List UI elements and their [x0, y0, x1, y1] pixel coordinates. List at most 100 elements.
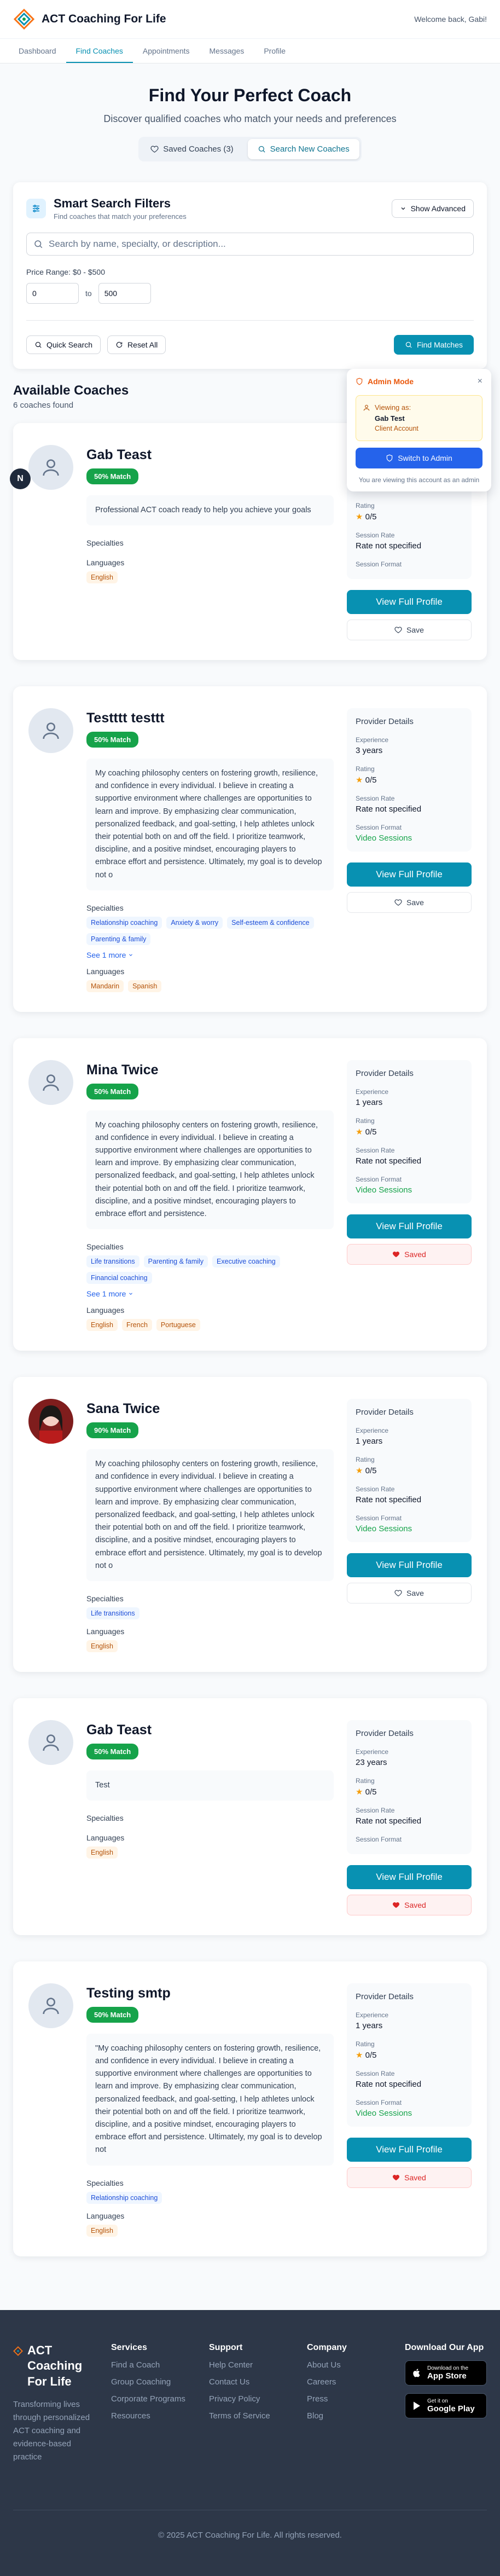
session-rate-value: Rate not specified: [356, 804, 422, 814]
footer-link[interactable]: Blog: [307, 2411, 405, 2421]
star-icon: ★: [356, 1466, 363, 1476]
search-input[interactable]: [49, 239, 467, 250]
coach-name[interactable]: Gab Teast: [86, 447, 334, 463]
specialty-tags: Relationship coaching Anxiety & worry Self…: [86, 916, 334, 945]
see-more-link[interactable]: See 1 more: [86, 951, 334, 959]
google-play-big: Google Play: [427, 2404, 475, 2413]
save-button[interactable]: Save: [347, 620, 472, 640]
coach-name[interactable]: Gab Teast: [86, 1722, 334, 1738]
switch-to-admin-label: Switch to Admin: [398, 453, 452, 462]
close-icon[interactable]: ×: [478, 377, 482, 386]
footer-link[interactable]: Careers: [307, 2377, 405, 2387]
app-store-button[interactable]: Download on the App Store: [405, 2360, 487, 2386]
nav-messages[interactable]: Messages: [200, 39, 254, 63]
specialties-label: Specialties: [86, 539, 124, 548]
save-button[interactable]: Save: [347, 1583, 472, 1604]
coach-bio: "My coaching philosophy centers on foste…: [86, 2033, 334, 2166]
google-play-small: Get it on: [427, 2398, 448, 2404]
brand[interactable]: ACT Coaching For Life: [13, 8, 166, 30]
switch-to-admin-button[interactable]: Switch to Admin: [356, 447, 482, 468]
heart-icon: [394, 899, 402, 906]
top-bar: ACT Coaching For Life Welcome back, Gabi…: [0, 0, 500, 38]
session-format-label: Session Format: [356, 1835, 402, 1843]
language-tag: English: [86, 571, 118, 584]
saved-button[interactable]: Saved: [347, 1894, 472, 1915]
rating-label: Rating: [356, 502, 375, 510]
saved-coaches-tab[interactable]: Saved Coaches (3): [141, 139, 243, 159]
save-label: Save: [406, 626, 424, 634]
specialty-tag: Parenting & family: [86, 933, 151, 945]
footer-support-title: Support: [209, 2342, 243, 2352]
specialty-tag: Parenting & family: [143, 1255, 208, 1268]
star-icon: ★: [356, 1127, 363, 1137]
rating-label: Rating: [356, 2040, 375, 2048]
view-profile-button[interactable]: View Full Profile: [347, 2137, 472, 2162]
footer-link[interactable]: Corporate Programs: [111, 2394, 209, 2404]
specialty-tag: Anxiety & worry: [166, 916, 223, 929]
session-format-label: Session Format: [356, 824, 402, 831]
find-matches-button[interactable]: Find Matches: [393, 335, 474, 355]
footer-link[interactable]: Find a Coach: [111, 2360, 209, 2370]
nav-appointments[interactable]: Appointments: [133, 39, 200, 63]
session-rate-value: Rate not specified: [356, 2079, 422, 2089]
footer-link[interactable]: Privacy Policy: [209, 2394, 307, 2404]
google-play-button[interactable]: Get it on Google Play: [405, 2393, 487, 2418]
rating-value: 0/5: [365, 775, 377, 785]
heart-icon: [150, 146, 159, 153]
price-min-input[interactable]: 0: [26, 283, 79, 304]
footer-link[interactable]: About Us: [307, 2360, 405, 2370]
languages-label: Languages: [86, 1626, 125, 1636]
coach-name[interactable]: Testttt testtt: [86, 710, 334, 726]
rating-value: 0/5: [365, 1127, 377, 1137]
match-badge: 90% Match: [86, 1422, 139, 1439]
saved-button[interactable]: Saved: [347, 1243, 472, 1265]
welcome-text: Welcome back, Gabi!: [414, 15, 487, 24]
view-profile-button[interactable]: View Full Profile: [347, 1214, 472, 1238]
view-profile-button[interactable]: View Full Profile: [347, 1553, 472, 1578]
view-profile-button[interactable]: View Full Profile: [347, 862, 472, 887]
view-profile-button[interactable]: View Full Profile: [347, 1865, 472, 1889]
show-advanced-button[interactable]: Show Advanced: [391, 199, 474, 218]
footer-link[interactable]: Group Coaching: [111, 2377, 209, 2387]
footer-link[interactable]: Contact Us: [209, 2377, 307, 2387]
footer-link[interactable]: Resources: [111, 2411, 209, 2421]
footer-link[interactable]: Help Center: [209, 2360, 307, 2370]
save-label: Saved: [404, 1249, 426, 1259]
session-rate-value: Rate not specified: [356, 541, 422, 551]
saved-button[interactable]: Saved: [347, 2167, 472, 2188]
reset-all-button[interactable]: Reset All: [107, 335, 166, 354]
provider-details: Provider Details Experience 3 years Rati…: [347, 708, 472, 852]
language-tags: English French Portuguese: [86, 1319, 334, 1332]
heart-icon: [394, 627, 402, 633]
save-label: Saved: [404, 1900, 426, 1909]
assistant-bubble[interactable]: N: [10, 468, 31, 489]
provider-details-title: Provider Details: [356, 1068, 414, 1078]
search-icon: [405, 341, 412, 348]
specialty-tag: Life transitions: [86, 1255, 139, 1268]
user-icon: [363, 404, 370, 411]
star-icon: ★: [356, 2050, 363, 2060]
price-range-label: Price Range: $0 - $500: [26, 268, 105, 276]
specialty-tags: Life transitions Parenting & family Execut…: [86, 1255, 334, 1284]
see-more-link[interactable]: See 1 more: [86, 1289, 334, 1298]
footer-link[interactable]: Terms of Service: [209, 2411, 307, 2421]
find-matches-label: Find Matches: [416, 340, 463, 349]
coach-bio: My coaching philosophy centers on foster…: [86, 1449, 334, 1581]
provider-details: Provider Details Experience 1 years Rati…: [347, 1060, 472, 1203]
nav-find-coaches[interactable]: Find Coaches: [66, 39, 133, 63]
nav-profile[interactable]: Profile: [254, 39, 295, 63]
coach-name[interactable]: Sana Twice: [86, 1401, 334, 1417]
footer-link[interactable]: Press: [307, 2394, 405, 2404]
quick-search-button[interactable]: Quick Search: [26, 335, 101, 354]
save-button[interactable]: Save: [347, 892, 472, 913]
language-tag: English: [86, 2224, 118, 2237]
price-max-input[interactable]: 500: [98, 283, 151, 304]
search-coaches-tab[interactable]: Search New Coaches: [247, 139, 359, 159]
experience-label: Experience: [356, 1427, 389, 1435]
coach-name[interactable]: Testing smtp: [86, 1985, 334, 2001]
coach-name[interactable]: Mina Twice: [86, 1062, 334, 1078]
match-badge: 50% Match: [86, 732, 139, 748]
rating-label: Rating: [356, 765, 375, 773]
view-profile-button[interactable]: View Full Profile: [347, 590, 472, 614]
nav-dashboard[interactable]: Dashboard: [9, 39, 66, 63]
